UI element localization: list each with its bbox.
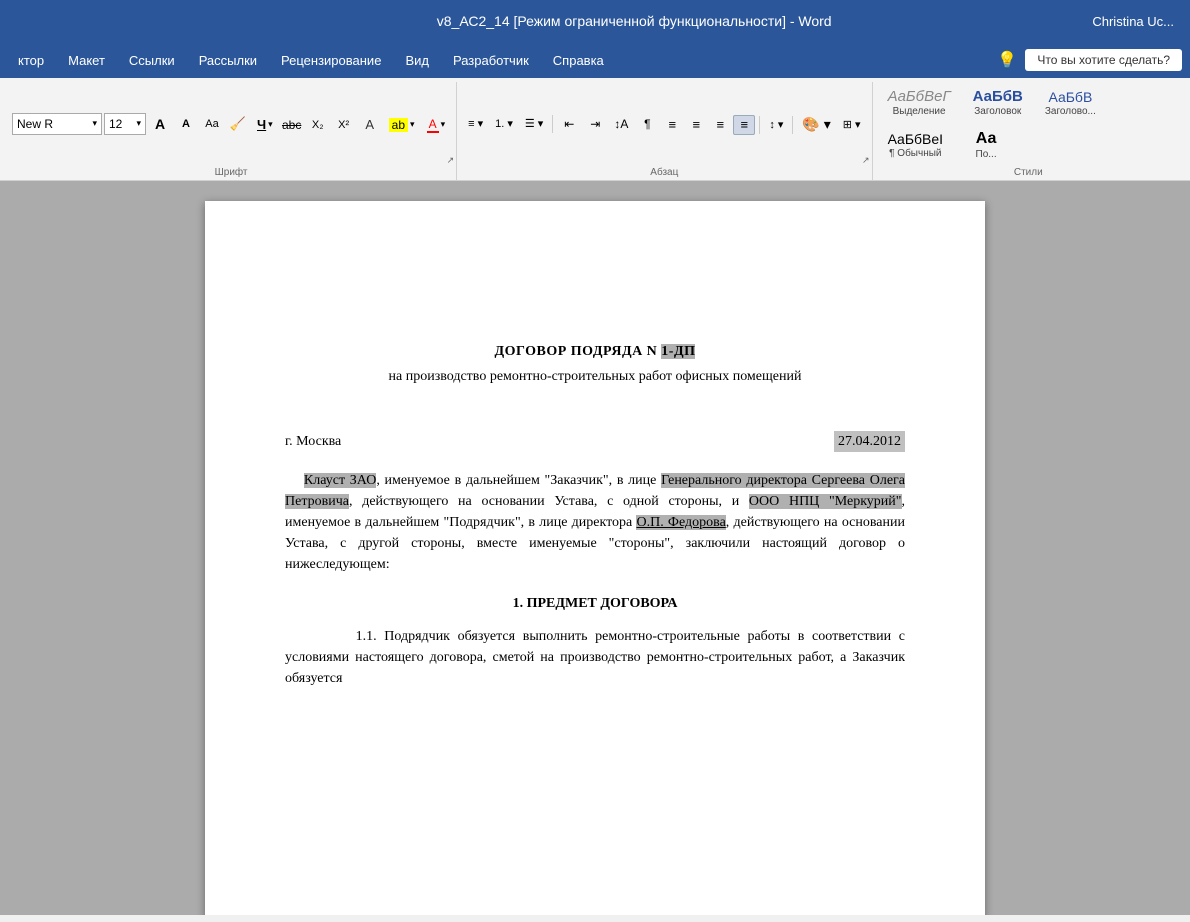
align-center-button[interactable]: ≡ xyxy=(685,115,707,135)
document-area: ДОГОВОР ПОДРЯДА N 1-ДП на производство р… xyxy=(0,181,1190,915)
help-search-box[interactable]: Что вы хотите сделать? xyxy=(1025,49,1182,71)
menu-item-mailings[interactable]: Рассылки xyxy=(189,47,267,74)
document-page: ДОГОВОР ПОДРЯДА N 1-ДП на производство р… xyxy=(205,201,985,915)
menu-item-layout[interactable]: Макет xyxy=(58,47,115,74)
strikethrough-button[interactable]: abc xyxy=(280,114,304,136)
styles-group-label: Стили xyxy=(879,165,1178,180)
paragraph-controls: ≡ ▾ 1. ▾ ☰ ▾ ⇤ ⇥ ↕A ¶ ≡ ≡ ≡ ≡ ↕ ▾ xyxy=(463,84,865,165)
menu-bar-right: 💡 Что вы хотите сделать? xyxy=(997,49,1182,71)
ribbon-group-paragraph: ≡ ▾ 1. ▾ ☰ ▾ ⇤ ⇥ ↕A ¶ ≡ ≡ ≡ ≡ ↕ ▾ xyxy=(457,82,872,180)
menu-item-view2[interactable]: Вид xyxy=(395,47,439,74)
ribbon-group-font: New R ▾ 12 ▾ A A Aa 🧹 Ч ▾ xyxy=(6,82,457,180)
line-spacing-button[interactable]: ↕ ▾ xyxy=(764,114,788,136)
bullets-button[interactable]: ≡ ▾ xyxy=(463,113,488,135)
style-normal[interactable]: АаБбВеІ ¶ Обычный xyxy=(879,127,953,164)
align-left-button[interactable]: ≡ xyxy=(661,115,683,135)
sort-button[interactable]: ↕A xyxy=(609,113,633,135)
text-effects-button[interactable]: A xyxy=(358,114,382,136)
title-bar-title: v8_АС2_14 [Режим ограниченной функционал… xyxy=(176,13,1092,29)
style-heading2[interactable]: АаБбВ Заголово... xyxy=(1036,85,1105,122)
font-group-expand-icon[interactable]: ↗ xyxy=(447,155,455,166)
title-bar: v8_АС2_14 [Режим ограниченной функционал… xyxy=(0,0,1190,42)
document-title: ДОГОВОР ПОДРЯДА N 1-ДП xyxy=(285,341,905,362)
title-bar-user: Christina Uc... xyxy=(1092,14,1174,29)
style-more-preview: Аа xyxy=(976,131,997,147)
style-highlight-preview: АаБбВеГ xyxy=(888,89,951,104)
menu-item-developer[interactable]: Разработчик xyxy=(443,47,539,74)
font-name-dropdown-icon: ▾ xyxy=(92,118,97,129)
align-justify-button[interactable]: ≡ xyxy=(733,115,755,135)
document-subtitle: на производство ремонтно-строительных ра… xyxy=(285,366,905,387)
font-group-label: Шрифт xyxy=(12,165,450,180)
style-highlight-label: Выделение xyxy=(893,106,946,117)
font-case-button[interactable]: Aa xyxy=(200,113,224,135)
style-more-label: По... xyxy=(976,149,997,160)
font-grow-button[interactable]: A xyxy=(148,113,172,135)
menu-item-review[interactable]: Рецензирование xyxy=(271,47,391,74)
style-normal-label: ¶ Обычный xyxy=(889,148,941,159)
font-size-dropdown-icon: ▾ xyxy=(136,118,141,129)
increase-indent-button[interactable]: ⇥ xyxy=(583,113,607,135)
clear-formatting-button[interactable]: 🧹 xyxy=(226,113,250,135)
underline-button[interactable]: Ч ▾ xyxy=(252,114,278,136)
section1-paragraph1: 1.1. Подрядчик обязуется выполнить ремон… xyxy=(285,626,905,689)
subscript-button[interactable]: X₂ xyxy=(306,114,330,136)
section1-title: 1. ПРЕДМЕТ ДОГОВОРА xyxy=(285,593,905,614)
font-size-selector[interactable]: 12 ▾ xyxy=(104,113,146,135)
help-search-label: Что вы хотите сделать? xyxy=(1037,53,1170,67)
paragraph-group-label: Абзац xyxy=(463,165,865,180)
styles-controls: АаБбВеГ Выделение АаБбВ Заголовок АаБбВ … xyxy=(879,84,1178,165)
document-date: 27.04.2012 xyxy=(834,431,905,452)
show-marks-button[interactable]: ¶ xyxy=(635,113,659,135)
style-highlight[interactable]: АаБбВеГ Выделение xyxy=(879,84,960,122)
style-more[interactable]: Аа По... xyxy=(956,126,1016,165)
menu-item-view[interactable]: ктор xyxy=(8,47,54,74)
document-city: г. Москва xyxy=(285,431,341,452)
document-main-paragraph: Клауст ЗАО, именуемое в дальнейшем "Зака… xyxy=(285,470,905,575)
director2-highlight: О.П. Федорова xyxy=(636,515,725,530)
numbering-button[interactable]: 1. ▾ xyxy=(490,113,518,135)
company1-highlight: Клауст ЗАО xyxy=(304,473,376,488)
style-normal-preview: АаБбВеІ xyxy=(888,132,944,146)
style-heading1-preview: АаБбВ xyxy=(973,89,1023,104)
borders-button[interactable]: ⊞ ▾ xyxy=(838,114,866,136)
ribbon: New R ▾ 12 ▾ A A Aa 🧹 Ч ▾ xyxy=(0,78,1190,181)
multilevel-list-button[interactable]: ☰ ▾ xyxy=(520,113,548,135)
company2-highlight: ООО НПЦ "Меркурий" xyxy=(749,494,902,509)
font-color-button[interactable]: A▾ xyxy=(422,114,451,136)
menu-bar: ктор Макет Ссылки Рассылки Рецензировани… xyxy=(0,42,1190,78)
font-shrink-button[interactable]: A xyxy=(174,113,198,135)
style-heading2-label: Заголово... xyxy=(1045,106,1096,117)
ribbon-toolbar: New R ▾ 12 ▾ A A Aa 🧹 Ч ▾ xyxy=(0,78,1190,180)
contract-number-highlight: 1-ДП xyxy=(661,344,695,359)
style-heading1[interactable]: АаБбВ Заголовок xyxy=(964,84,1032,122)
font-name-selector[interactable]: New R ▾ xyxy=(12,113,102,135)
font-controls: New R ▾ 12 ▾ A A Aa 🧹 Ч ▾ xyxy=(12,84,450,165)
lightbulb-icon: 💡 xyxy=(997,50,1017,70)
style-heading2-preview: АаБбВ xyxy=(1048,90,1092,104)
menu-item-help[interactable]: Справка xyxy=(543,47,614,74)
style-heading1-label: Заголовок xyxy=(974,106,1021,117)
shading-button[interactable]: 🎨 ▾ xyxy=(797,114,835,136)
superscript-button[interactable]: X² xyxy=(332,114,356,136)
document-meta: г. Москва 27.04.2012 xyxy=(285,431,905,452)
highlight-color-button[interactable]: ab▾ xyxy=(384,114,420,136)
menu-item-references[interactable]: Ссылки xyxy=(119,47,185,74)
paragraph-group-expand-icon[interactable]: ↗ xyxy=(862,155,870,166)
ribbon-group-styles: АаБбВеГ Выделение АаБбВ Заголовок АаБбВ … xyxy=(873,82,1184,180)
align-right-button[interactable]: ≡ xyxy=(709,115,731,135)
decrease-indent-button[interactable]: ⇤ xyxy=(557,113,581,135)
